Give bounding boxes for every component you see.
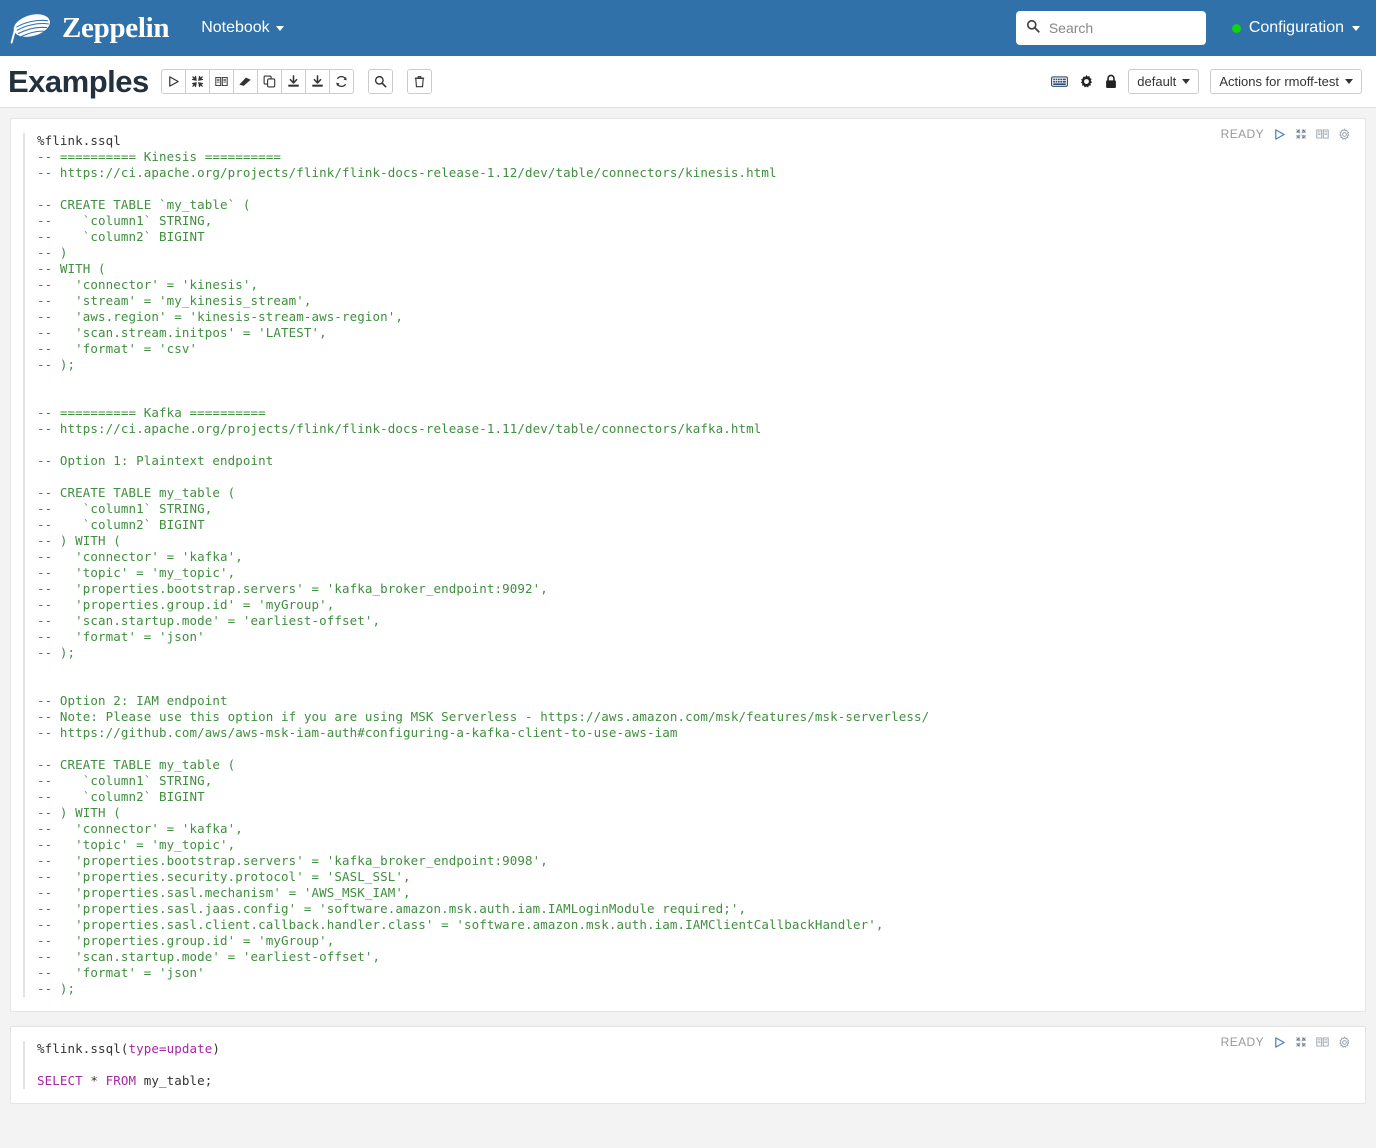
toolbar-right-group: default Actions for rmoff-test bbox=[1051, 69, 1362, 94]
import-note-button[interactable] bbox=[304, 69, 330, 94]
interpreter-binding-dropdown[interactable]: default bbox=[1128, 69, 1200, 94]
configuration-label: Configuration bbox=[1248, 19, 1344, 36]
search-code-button[interactable] bbox=[367, 69, 393, 94]
notebook-menu-label: Notebook bbox=[201, 19, 270, 36]
paragraph-status: READY bbox=[1220, 127, 1264, 141]
top-navbar: Zeppelin Notebook Configuration bbox=[0, 0, 1376, 56]
paragraph: READY bbox=[10, 118, 1366, 1012]
clone-note-button[interactable] bbox=[256, 69, 282, 94]
lock-icon[interactable] bbox=[1105, 74, 1117, 89]
code-content-1[interactable]: %flink.ssql -- ========== Kinesis ======… bbox=[37, 133, 1353, 997]
paragraph-status: READY bbox=[1220, 1035, 1264, 1049]
zeppelin-logo-icon bbox=[10, 10, 52, 46]
run-all-paragraphs-button[interactable] bbox=[160, 69, 186, 94]
note-toolbar: Examples default Actions for rmoff-test bbox=[0, 56, 1376, 108]
clear-output-button[interactable] bbox=[232, 69, 258, 94]
notebook-menu[interactable]: Notebook bbox=[201, 19, 284, 37]
brand-link[interactable]: Zeppelin bbox=[10, 10, 169, 46]
paragraph: READY bbox=[10, 1026, 1366, 1104]
reload-note-button[interactable] bbox=[328, 69, 354, 94]
note-actions-label: Actions for rmoff-test bbox=[1219, 74, 1339, 89]
paragraph-settings-button[interactable] bbox=[1338, 1035, 1351, 1049]
gear-icon[interactable] bbox=[1079, 74, 1094, 89]
connection-status-dot-icon bbox=[1231, 23, 1241, 33]
note-actions-dropdown[interactable]: Actions for rmoff-test bbox=[1210, 69, 1362, 94]
hide-output-button[interactable] bbox=[1316, 128, 1329, 140]
navbar-right-group: Configuration bbox=[1015, 11, 1360, 45]
toggle-all-collapse-button[interactable] bbox=[184, 69, 210, 94]
chevron-down-icon bbox=[1345, 79, 1353, 84]
note-action-button-group bbox=[160, 69, 354, 94]
keyboard-icon[interactable] bbox=[1051, 75, 1069, 88]
paragraph-controls: READY bbox=[1221, 127, 1351, 141]
chevron-down-icon bbox=[1182, 79, 1191, 84]
code-editor[interactable]: %flink.ssql(type=update) SELECT * FROM m… bbox=[23, 1041, 1353, 1089]
hide-output-button[interactable] bbox=[1316, 1036, 1329, 1048]
search-input[interactable] bbox=[1046, 19, 1196, 37]
hide-editor-button[interactable] bbox=[1295, 1036, 1307, 1048]
search-icon bbox=[1026, 19, 1040, 38]
code-content-2[interactable]: %flink.ssql(type=update) SELECT * FROM m… bbox=[37, 1041, 1353, 1089]
run-paragraph-button[interactable] bbox=[1273, 128, 1286, 141]
configuration-menu[interactable]: Configuration bbox=[1231, 19, 1360, 37]
paragraph-settings-button[interactable] bbox=[1338, 127, 1351, 141]
hide-editor-button[interactable] bbox=[1295, 128, 1307, 140]
paragraph-controls: READY bbox=[1221, 1035, 1351, 1049]
page-title[interactable]: Examples bbox=[8, 64, 149, 100]
toggle-all-output-button[interactable] bbox=[208, 69, 234, 94]
chevron-down-icon bbox=[275, 25, 284, 31]
move-to-trash-button[interactable] bbox=[406, 69, 432, 94]
brand-name: Zeppelin bbox=[62, 11, 170, 44]
chevron-down-icon bbox=[1352, 25, 1360, 31]
export-note-button[interactable] bbox=[280, 69, 306, 94]
run-paragraph-button[interactable] bbox=[1273, 1036, 1286, 1049]
interpreter-binding-label: default bbox=[1137, 74, 1177, 89]
notebook-body: READY %flink.ssql -- ========== Kinesis … bbox=[0, 108, 1376, 1148]
code-editor[interactable]: %flink.ssql -- ========== Kinesis ======… bbox=[23, 133, 1353, 997]
search-box[interactable] bbox=[1015, 11, 1206, 45]
